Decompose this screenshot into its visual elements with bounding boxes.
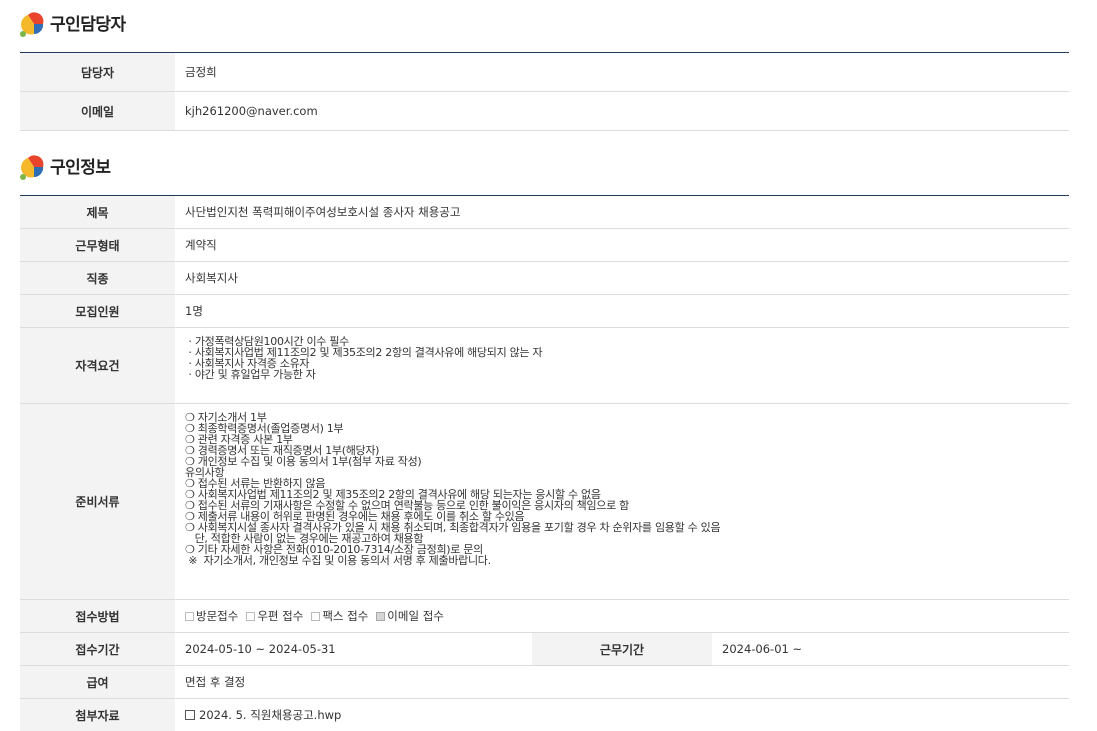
method-mail: 우편 접수: [246, 608, 303, 624]
manager-value: 금정희: [185, 65, 217, 79]
checkbox-icon: [311, 611, 321, 621]
headcount-label: 모집인원: [20, 295, 175, 327]
qualifications-list: ㆍ가정폭력상담원100시간 이수 필수 ㆍ사회복지사업법 제11조의2 및 제3…: [185, 336, 543, 381]
application-method-label: 접수방법: [20, 600, 175, 632]
qualifications-value: ㆍ가정폭력상담원100시간 이수 필수 ㆍ사회복지사업법 제11조의2 및 제3…: [175, 328, 1069, 403]
method-fax: 팩스 접수: [311, 608, 368, 624]
document-line: ❍ 개인정보 수집 및 이용 동의서 1부(첨부 자료 작성): [185, 455, 422, 468]
qualifications-label: 자격요건: [20, 328, 175, 403]
checkbox-icon: [185, 611, 194, 621]
row-headcount: 모집인원 1명: [20, 295, 1069, 328]
qualification-line: ㆍ야간 및 휴일업무 가능한 자: [185, 368, 316, 381]
work-period-label: 근무기간: [532, 633, 712, 665]
job-category-label: 직종: [20, 262, 175, 294]
row-documents: 준비서류 ❍ 자기소개서 1부 ❍ 최종학력증명서(졸업증명서) 1부 ❍ 관련…: [20, 404, 1069, 600]
attachment-value: 2024. 5. 직원채용공고.hwp: [175, 699, 1069, 731]
checkbox-checked-icon: [376, 611, 386, 621]
salary-label: 급여: [20, 666, 175, 698]
row-job-category: 직종 사회복지사: [20, 262, 1069, 295]
work-period-value: 2024-06-01 ~: [722, 642, 803, 656]
method-fax-label: 팩스 접수: [322, 609, 369, 623]
job-section-header: 구인정보: [20, 153, 111, 180]
row-attachment: 첨부자료 2024. 5. 직원채용공고.hwp: [20, 699, 1069, 731]
row-salary: 급여 면접 후 결정: [20, 666, 1069, 699]
application-method-value: 방문접수 우편 접수 팩스 접수 이메일 접수: [175, 600, 1069, 632]
employment-type-value: 계약직: [185, 238, 217, 252]
documents-label: 준비서류: [20, 404, 175, 599]
contact-row-manager: 담당자 금정희: [20, 53, 1069, 92]
method-visit-label: 방문접수: [196, 609, 239, 623]
section-logo-icon: [20, 154, 46, 180]
row-application-method: 접수방법 방문접수 우편 접수 팩스 접수 이메일 접수: [20, 600, 1069, 633]
email-value: kjh261200@naver.com: [185, 104, 318, 118]
attachment-filename: 2024. 5. 직원채용공고.hwp: [199, 708, 342, 722]
method-email-label: 이메일 접수: [387, 609, 444, 623]
job-info-table: 제목 사단법인지천 폭력피해이주여성보호시설 종사자 채용공고 근무형태 계약직…: [20, 195, 1069, 731]
salary-value: 면접 후 결정: [185, 675, 246, 689]
job-posting-page: 구인담당자 담당자 금정희 이메일 kjh261200@naver.com 구인…: [0, 0, 1097, 731]
checkbox-icon: [246, 611, 256, 621]
application-period-value: 2024-05-10 ~ 2024-05-31: [185, 642, 336, 656]
contact-section-header: 구인담당자: [20, 10, 126, 37]
section-logo-icon: [20, 11, 46, 37]
subject-label: 제목: [20, 196, 175, 228]
row-employment-type: 근무형태 계약직: [20, 229, 1069, 262]
attachment-label: 첨부자료: [20, 699, 175, 731]
row-subject: 제목 사단법인지천 폭력피해이주여성보호시설 종사자 채용공고: [20, 196, 1069, 229]
row-periods: 접수기간 2024-05-10 ~ 2024-05-31 근무기간 2024-0…: [20, 633, 1069, 666]
documents-list: ❍ 자기소개서 1부 ❍ 최종학력증명서(졸업증명서) 1부 ❍ 관련 자격증 …: [185, 412, 721, 567]
attachment-link[interactable]: 2024. 5. 직원채용공고.hwp: [185, 707, 341, 723]
documents-value: ❍ 자기소개서 1부 ❍ 최종학력증명서(졸업증명서) 1부 ❍ 관련 자격증 …: [175, 404, 1069, 599]
section-title: 구인담당자: [50, 15, 126, 35]
contact-table: 담당자 금정희 이메일 kjh261200@naver.com: [20, 52, 1069, 131]
method-visit: 방문접수: [185, 608, 238, 624]
row-qualifications: 자격요건 ㆍ가정폭력상담원100시간 이수 필수 ㆍ사회복지사업법 제11조의2…: [20, 328, 1069, 404]
subject-value: 사단법인지천 폭력피해이주여성보호시설 종사자 채용공고: [185, 205, 461, 219]
job-category-value: 사회복지사: [185, 271, 238, 285]
file-icon: [185, 710, 195, 720]
method-email: 이메일 접수: [376, 608, 444, 624]
notice-line: ※ 자기소개서, 개인정보 수집 및 이용 동의서 서명 후 제출바랍니다.: [185, 554, 491, 567]
employment-type-label: 근무형태: [20, 229, 175, 261]
application-period-label: 접수기간: [20, 633, 175, 665]
method-mail-label: 우편 접수: [257, 609, 304, 623]
contact-row-email: 이메일 kjh261200@naver.com: [20, 92, 1069, 131]
section-title: 구인정보: [50, 158, 111, 178]
email-label: 이메일: [20, 92, 175, 130]
headcount-value: 1명: [185, 304, 203, 318]
manager-label: 담당자: [20, 53, 175, 91]
